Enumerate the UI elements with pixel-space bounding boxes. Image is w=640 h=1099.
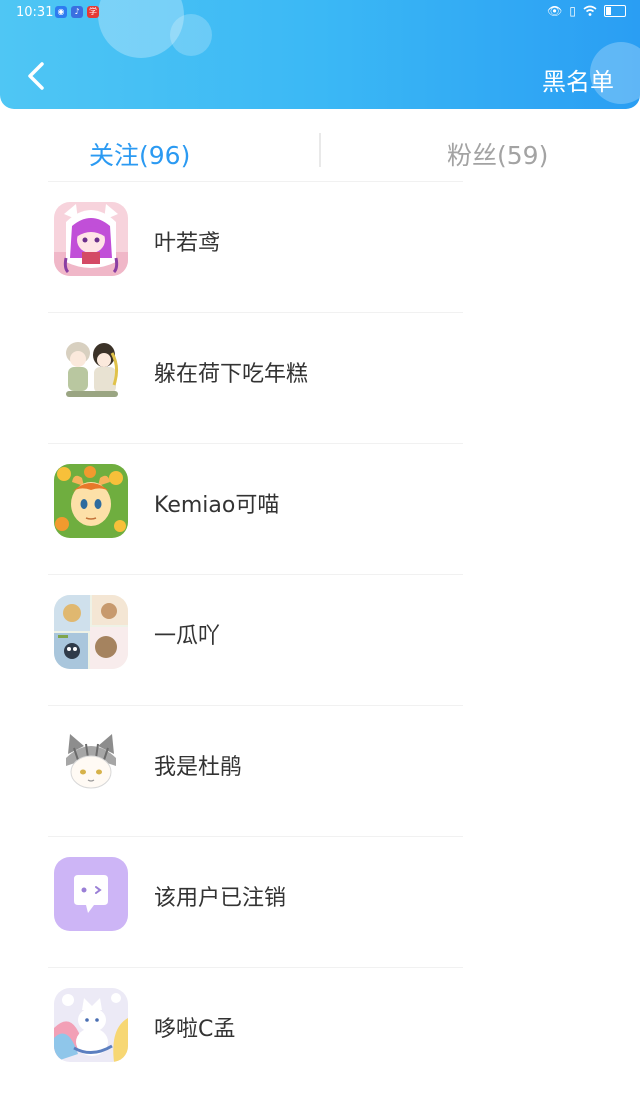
tab-fans[interactable]: 粉丝(59) bbox=[447, 136, 548, 172]
back-arrow-icon[interactable] bbox=[24, 60, 52, 92]
user-list: 叶若鸢 躲在荷下吃年糕 Kemiao可喵 一瓜吖 我是杜鹃 该用户已注销 哆啦C… bbox=[0, 182, 640, 1099]
follow-tabs: 关注(96) 粉丝(59) bbox=[0, 130, 640, 180]
list-item[interactable]: 躲在荷下吃年糕 bbox=[0, 313, 640, 444]
list-item[interactable]: Kemiao可喵 bbox=[0, 444, 640, 575]
user-name: 一瓜吖 bbox=[154, 624, 221, 649]
tab-following[interactable]: 关注(96) bbox=[89, 136, 190, 172]
two-anime-girls-avatar bbox=[54, 333, 128, 407]
blacklist-button[interactable]: 黑名单 bbox=[542, 62, 614, 97]
pink-hair-anime-girl-avatar bbox=[54, 202, 128, 276]
list-item[interactable]: 该用户已注销 bbox=[0, 837, 640, 968]
user-name: 叶若鸢 bbox=[154, 231, 221, 256]
user-name: 该用户已注销 bbox=[154, 886, 287, 911]
list-item[interactable]: 叶若鸢 bbox=[0, 182, 640, 313]
wifi-icon bbox=[583, 5, 597, 16]
eye-icon: 👁 bbox=[547, 4, 563, 18]
orange-pony-flowers-avatar bbox=[54, 464, 128, 538]
user-name: 躲在荷下吃年糕 bbox=[154, 362, 309, 387]
white-cat-colorful-avatar bbox=[54, 988, 128, 1062]
music-app-icon: ♪ bbox=[71, 6, 83, 18]
user-name: 我是杜鹃 bbox=[154, 755, 243, 780]
list-item[interactable]: 哆啦C孟 bbox=[0, 968, 640, 1099]
deleted-user-chat-avatar bbox=[54, 857, 128, 931]
list-item[interactable]: 我是杜鹃 bbox=[0, 706, 640, 837]
list-item[interactable]: 一瓜吖 bbox=[0, 575, 640, 706]
top-header: 10:31 ◉ ♪ 学 👁 ▯ 黑名单 bbox=[0, 0, 640, 109]
user-name: 哆啦C孟 bbox=[154, 1017, 236, 1042]
battery-icon bbox=[604, 5, 626, 17]
browser-app-icon: ◉ bbox=[55, 6, 67, 18]
status-right: 👁 ▯ bbox=[547, 4, 626, 18]
status-time: 10:31 bbox=[16, 5, 54, 20]
collage-pastel-avatar bbox=[54, 595, 128, 669]
tab-divider bbox=[319, 133, 321, 167]
user-name: Kemiao可喵 bbox=[154, 493, 280, 518]
study-app-icon: 学 bbox=[87, 6, 99, 18]
vibrate-icon: ▯ bbox=[569, 4, 576, 18]
status-bar: 10:31 ◉ ♪ 学 👁 ▯ bbox=[0, 0, 640, 26]
gray-cat-ears-avatar bbox=[54, 726, 128, 800]
